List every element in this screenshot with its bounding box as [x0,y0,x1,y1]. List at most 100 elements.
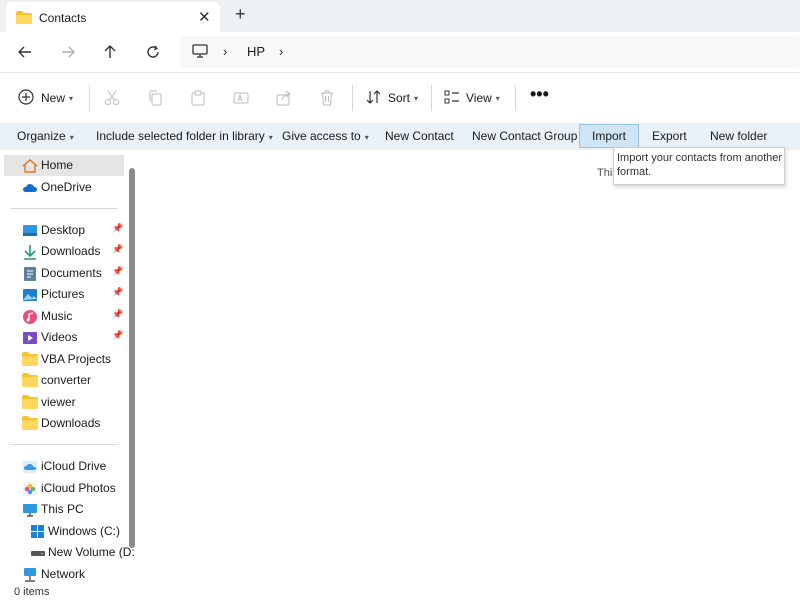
videos-icon [22,330,38,346]
network-icon [22,567,38,583]
home-icon [22,158,38,174]
refresh-icon[interactable] [141,41,165,63]
tab-title: Contacts [39,11,87,25]
sidebar-item-windows-c[interactable]: Windows (C:) [0,521,124,542]
sidebar-scrollbar[interactable] [129,168,135,548]
close-icon[interactable]: ✕ [198,8,211,26]
pin-icon[interactable]: 📌 [112,244,123,255]
plus-icon[interactable]: + [235,4,246,25]
rename-icon[interactable] [233,87,249,109]
sort-button[interactable]: Sort ▾ [366,87,418,109]
divider [515,85,516,111]
sidebar-item-network[interactable]: Network [0,564,124,585]
sidebar-item-documents[interactable]: Documents 📌 [0,263,124,284]
sidebar-item-icloud-photos[interactable]: iCloud Photos [0,478,124,499]
arrow-up-icon[interactable] [98,41,122,63]
folder-icon [22,352,38,368]
sidebar-item-label: Videos [41,330,78,344]
sidebar-item-downloads[interactable]: Downloads 📌 [0,241,124,262]
sidebar-item-label: Pictures [41,287,85,301]
drive-icon [30,524,46,540]
organize-menu[interactable]: Organize ▾ [17,129,74,143]
music-icon [22,309,38,325]
copy-icon[interactable] [147,87,163,109]
sidebar-item-music[interactable]: Music 📌 [0,306,124,327]
sort-icon [366,89,382,108]
computer-icon [22,502,38,518]
sidebar-item-label: converter [41,373,92,387]
tooltip-text: Import your contacts from another format… [617,152,783,178]
sidebar-item-vba-projects[interactable]: VBA Projects [0,349,124,370]
sidebar-item-home[interactable]: Home [4,155,124,176]
paste-icon[interactable] [190,87,206,109]
chevron-right-icon: › [223,44,228,59]
sidebar-item-this-pc[interactable]: This PC [0,499,124,520]
tab-contacts[interactable]: Contacts ✕ [6,2,220,32]
divider [352,85,353,111]
view-icon [444,89,460,108]
sidebar-item-label: Windows (C:) [48,524,121,538]
icloud-icon [22,459,38,475]
new-contact-button[interactable]: New Contact [385,129,454,143]
export-button[interactable]: Export [652,129,687,143]
chevron-right-icon[interactable]: › [279,44,283,59]
pin-icon[interactable]: 📌 [112,309,123,320]
share-icon[interactable] [276,87,292,109]
delete-icon[interactable] [319,87,335,109]
command-bar: Organize ▾ Include selected folder in lib… [0,123,800,150]
download-icon [22,244,38,260]
navigation-pane: Home OneDrive Desktop 📌 Downloads 📌 Docu… [0,150,140,582]
documents-icon [22,266,38,282]
desktop-icon [22,223,38,239]
breadcrumb-hp[interactable]: HP [247,44,265,59]
sidebar-item-icloud-drive[interactable]: iCloud Drive [0,456,124,477]
sort-label: Sort [388,91,411,105]
sidebar-item-converter[interactable]: converter [0,370,124,391]
sidebar-item-label: This PC [41,502,84,516]
pin-icon[interactable]: 📌 [112,287,123,298]
drive-icon [30,545,46,561]
sidebar-item-downloads-folder[interactable]: Downloads [0,413,124,434]
sidebar-item-viewer[interactable]: viewer [0,392,124,413]
divider [10,208,118,209]
more-options-icon[interactable]: ••• [530,83,549,105]
new-folder-button[interactable]: New folder [710,129,767,143]
sidebar-item-onedrive[interactable]: OneDrive [0,177,124,198]
import-button[interactable]: Import [579,124,640,148]
sidebar-item-pictures[interactable]: Pictures 📌 [0,284,124,305]
sidebar-item-videos[interactable]: Videos 📌 [0,327,124,348]
cloud-icon [22,180,38,196]
chevron-down-icon: ▾ [495,93,500,103]
chevron-down-icon: ▾ [364,133,369,142]
arrow-right-icon[interactable] [56,41,80,63]
cut-icon[interactable] [104,87,120,109]
arrow-left-icon[interactable] [13,41,37,63]
icloud-photos-icon [22,481,38,497]
address-bar[interactable]: › HP › [180,36,800,68]
give-access-menu[interactable]: Give access to ▾ [282,129,369,143]
divider [89,85,90,111]
sidebar-item-new-volume-d[interactable]: New Volume (D: [0,542,135,563]
new-button[interactable]: New ▾ [18,87,73,109]
plus-circle-icon [18,88,34,108]
sidebar-item-label: VBA Projects [41,352,112,366]
folder-icon [22,373,38,389]
new-contact-group-button[interactable]: New Contact Group [472,129,577,143]
sidebar-item-label: iCloud Drive [41,459,107,473]
new-label: New [41,91,66,105]
pin-icon[interactable]: 📌 [112,266,123,277]
folder-icon [22,395,38,411]
status-item-count: 0 items [14,586,50,598]
folder-icon [22,416,38,432]
folder-icon [16,11,32,27]
pictures-icon [22,287,38,303]
chevron-down-icon: ▾ [69,133,74,142]
import-tooltip: Import your contacts from another format… [613,147,785,185]
include-in-library-menu[interactable]: Include selected folder in library ▾ [96,129,273,143]
sidebar-item-label: Desktop [41,223,86,237]
pin-icon[interactable]: 📌 [112,223,123,234]
sidebar-item-label: Network [41,567,86,581]
pin-icon[interactable]: 📌 [112,330,123,341]
sidebar-item-desktop[interactable]: Desktop 📌 [0,220,124,241]
view-button[interactable]: View ▾ [444,87,500,109]
